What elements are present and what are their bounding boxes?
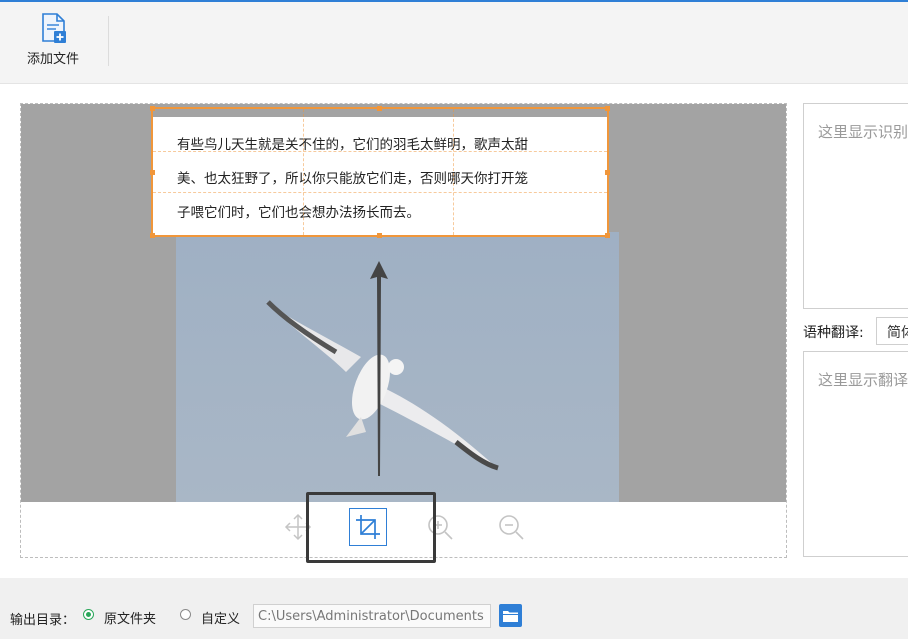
toolbar: 添加文件	[0, 2, 908, 84]
output-directory-label: 输出目录：	[10, 613, 76, 628]
radio-custom-label[interactable]: 自定义	[201, 608, 240, 627]
translation-result-box[interactable]: 这里显示翻译	[803, 351, 908, 557]
seagull-photo	[176, 232, 619, 502]
add-file-icon	[42, 13, 66, 43]
add-file-label: 添加文件	[26, 52, 79, 67]
folder-icon	[503, 610, 518, 622]
radio-original-folder[interactable]	[83, 609, 94, 620]
toolbar-separator	[108, 16, 109, 66]
ocr-result-box[interactable]: 这里显示识别	[803, 103, 908, 309]
crop-tool-highlight-annotation	[306, 492, 436, 563]
crop-handle-bottom-left[interactable]	[150, 233, 155, 238]
crop-grid-line	[153, 150, 607, 152]
browse-folder-button[interactable]	[499, 604, 522, 627]
zoom-out-icon	[499, 515, 524, 540]
crop-handle-bottom-right[interactable]	[605, 233, 610, 238]
crop-handle-right[interactable]	[605, 170, 610, 175]
add-file-button[interactable]: 添加文件	[18, 12, 88, 74]
crop-handle-bottom[interactable]	[377, 233, 382, 238]
ocr-placeholder: 这里显示识别	[818, 123, 908, 141]
crop-grid-line	[452, 109, 454, 235]
output-bar: 输出目录： 原文件夹 自定义	[0, 578, 908, 639]
radio-original-folder-label[interactable]: 原文件夹	[104, 608, 156, 627]
radio-custom[interactable]	[180, 609, 191, 620]
language-select[interactable]: 简体	[876, 317, 908, 345]
guide-arrow	[370, 261, 388, 476]
language-label: 语种翻译:	[803, 325, 864, 341]
crop-handle-top[interactable]	[377, 106, 382, 111]
zoom-out-button[interactable]	[492, 508, 530, 546]
crop-grid-line	[302, 109, 304, 235]
output-path-input[interactable]	[253, 604, 491, 628]
crop-grid-line	[153, 192, 607, 194]
crop-handle-top-right[interactable]	[605, 106, 610, 111]
image-preview-area[interactable]: 有些鸟儿天生就是关不住的，它们的羽毛太鲜明，歌声太甜 美、也太狂野了，所以你只能…	[20, 103, 787, 563]
translate-placeholder: 这里显示翻译	[818, 371, 908, 389]
crop-handle-left[interactable]	[150, 170, 155, 175]
crop-selection-box[interactable]	[150, 106, 610, 238]
crop-handle-top-left[interactable]	[150, 106, 155, 111]
